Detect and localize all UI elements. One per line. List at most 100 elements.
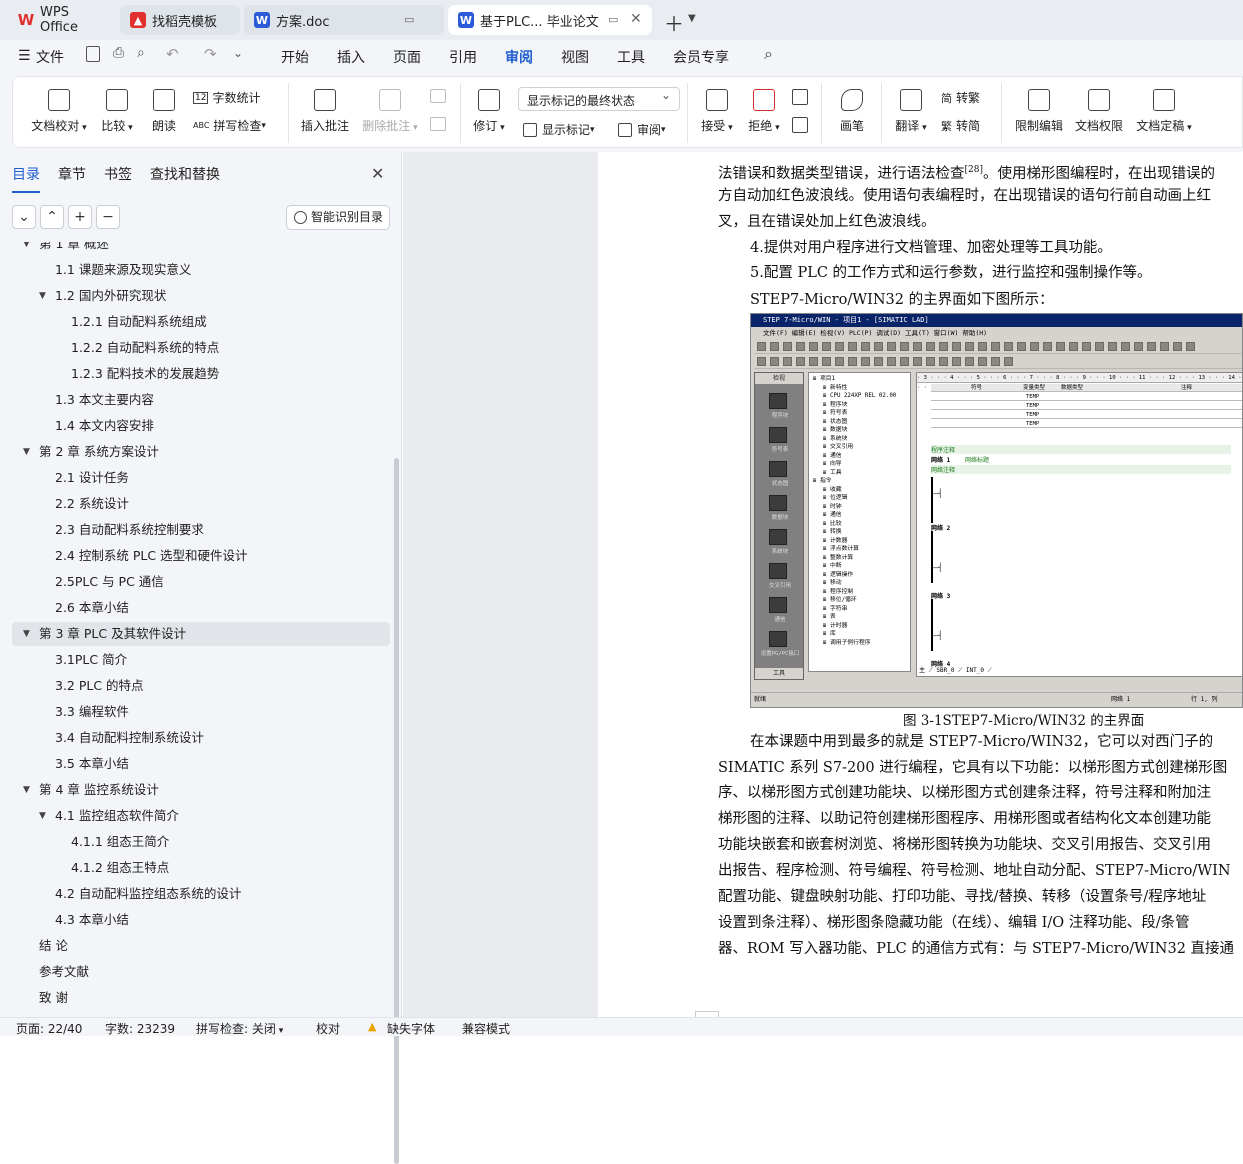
toc-item[interactable]: 1.1 课题来源及现实意义 [12, 258, 390, 282]
toc-item[interactable]: ▼ 第 3 章 PLC 及其软件设计 [12, 622, 390, 646]
close-icon[interactable]: ✕ [371, 164, 384, 183]
translate-button[interactable]: 翻译 ▾ [891, 89, 931, 134]
expand-toggle-icon[interactable]: ▼ [39, 284, 46, 308]
compare-button[interactable]: 比较 ▾ [97, 89, 137, 134]
redo-icon[interactable]: ↷ [204, 45, 217, 63]
status-page[interactable]: 页面: 22/40 [16, 1020, 82, 1037]
toc-item[interactable]: 1.4 本文内容安排 [12, 414, 390, 438]
menu-page[interactable]: 页面 [393, 47, 421, 67]
menu-references[interactable]: 引用 [449, 47, 477, 67]
toc-item[interactable]: 3.5 本章小结 [12, 752, 390, 776]
toc-item[interactable]: 结 论 [12, 934, 390, 958]
toc-item[interactable]: ▼ 第 4 章 监控系统设计 [12, 778, 390, 802]
menu-insert[interactable]: 插入 [337, 47, 365, 67]
toc-item[interactable]: 1.2.1 自动配料系统组成 [12, 310, 390, 334]
tab-bookmarks[interactable]: 书签 [104, 164, 132, 184]
tab-chapters[interactable]: 章节 [58, 164, 86, 184]
expand-toggle-icon[interactable]: ▼ [23, 440, 30, 464]
chevron-down-icon[interactable]: ▼ [688, 13, 696, 24]
toc-item[interactable]: ▼ 第 1 章 概述 [12, 242, 390, 256]
previous-change-icon[interactable] [792, 89, 808, 105]
remove-heading-button[interactable]: − [96, 205, 120, 229]
undo-icon[interactable]: ↶ [166, 45, 179, 63]
toc-item[interactable]: 2.4 控制系统 PLC 选型和硬件设计 [12, 544, 390, 568]
toc-item[interactable]: 1.2.2 自动配料系统的特点 [12, 336, 390, 360]
toc-item[interactable]: 2.1 设计任务 [12, 466, 390, 490]
tab-docer-templates[interactable]: ▲ 找稻壳模板 [120, 5, 240, 35]
status-word-count[interactable]: 字数: 23239 [105, 1020, 175, 1037]
add-heading-button[interactable]: + [68, 205, 92, 229]
toc-item[interactable]: 1.3 本文主要内容 [12, 388, 390, 412]
toc-item[interactable]: 参考文献 [12, 960, 390, 984]
restrict-edit-button[interactable]: 限制编辑 [1013, 89, 1065, 134]
smart-toc-button[interactable]: 智能识别目录 [286, 205, 390, 230]
toc-item[interactable]: ▼ 4.1 监控组态软件简介 [12, 804, 390, 828]
new-tab-plus-icon[interactable]: ＋ [664, 8, 684, 37]
toc-item[interactable]: 4.2 自动配料监控组态系统的设计 [12, 882, 390, 906]
next-change-icon[interactable] [792, 117, 808, 133]
menu-review[interactable]: 审阅 [505, 47, 533, 74]
to-simplified-button[interactable]: 繁 转简 [941, 117, 980, 134]
to-traditional-button[interactable]: 简 转繁 [941, 89, 980, 106]
insert-comment-button[interactable]: 插入批注 [300, 89, 350, 134]
status-compat-mode[interactable]: 兼容模式 [462, 1020, 510, 1037]
toc-item[interactable]: 3.4 自动配料控制系统设计 [12, 726, 390, 750]
spell-check-button[interactable]: ABC 拼写检查 ▾ [193, 117, 266, 134]
expand-all-button[interactable]: ⌃ [40, 205, 64, 229]
doc-permission-button[interactable]: 文档权限 [1073, 89, 1125, 134]
print-preview-icon[interactable]: ⌕ [137, 45, 145, 61]
status-spell-check[interactable]: 拼写检查: 关闭 ▾ [196, 1020, 283, 1037]
doc-finalize-button[interactable]: 文档定稿 ▾ [1133, 89, 1195, 134]
toc-item[interactable]: 3.2 PLC 的特点 [12, 674, 390, 698]
accept-button[interactable]: 接受 ▾ [697, 89, 737, 134]
status-proof[interactable]: 校对 [316, 1020, 340, 1037]
expand-toggle-icon[interactable]: ▼ [23, 622, 30, 646]
print-icon[interactable]: ⎙ [113, 45, 124, 61]
delete-comment-button[interactable]: 删除批注 ▾ [360, 89, 420, 134]
menu-file[interactable]: 文件 [36, 47, 64, 67]
status-missing-font[interactable]: 缺失字体 [387, 1020, 435, 1037]
toc-item[interactable]: 2.6 本章小结 [12, 596, 390, 620]
markup-display-select[interactable]: 显示标记的最终状态 [518, 87, 680, 111]
pen-button[interactable]: 画笔 [835, 89, 869, 134]
toc-item[interactable]: 2.3 自动配料系统控制要求 [12, 518, 390, 542]
toc-item[interactable]: 4.1.2 组态王特点 [12, 856, 390, 880]
toc-item[interactable]: 4.3 本章小结 [12, 908, 390, 932]
menu-member[interactable]: 会员专享 [673, 47, 729, 67]
save-icon[interactable] [86, 46, 100, 62]
expand-toggle-icon[interactable]: ▼ [23, 242, 30, 256]
toc-item[interactable]: ▼ 第 2 章 系统方案设计 [12, 440, 390, 464]
collapse-all-button[interactable]: ⌄ [12, 205, 36, 229]
monitor-icon[interactable]: ▭ [608, 13, 618, 26]
tab-fangan-doc[interactable]: W 方案.doc ▭ [244, 5, 444, 35]
read-aloud-button[interactable]: 朗读 [149, 89, 179, 134]
expand-toggle-icon[interactable]: ▼ [23, 778, 30, 802]
doc-check-button[interactable]: 文档校对 ▾ [29, 89, 89, 134]
hamburger-icon[interactable]: ☰ [18, 48, 31, 64]
toc-item[interactable]: 2.5PLC 与 PC 通信 [12, 570, 390, 594]
tab-wps-office[interactable]: W WPS Office [8, 5, 116, 35]
word-count-button[interactable]: 12 字数统计 [193, 89, 260, 106]
monitor-icon[interactable]: ▭ [404, 13, 414, 26]
menu-tools[interactable]: 工具 [617, 47, 645, 67]
menu-home[interactable]: 开始 [281, 47, 309, 67]
toc-item[interactable]: 4.1.1 组态王简介 [12, 830, 390, 854]
close-icon[interactable]: ✕ [630, 11, 642, 27]
revise-button[interactable]: 修订 ▾ [469, 89, 509, 134]
toc-item[interactable]: 致 谢 [12, 986, 390, 1010]
sidebar-scrollbar[interactable] [394, 458, 399, 1164]
toc-item[interactable]: 3.1PLC 简介 [12, 648, 390, 672]
tab-find-replace[interactable]: 查找和替换 [150, 164, 220, 184]
menu-view[interactable]: 视图 [561, 47, 589, 67]
chevron-down-icon[interactable]: ⌄ [233, 46, 243, 60]
toc-item[interactable]: 3.3 编程软件 [12, 700, 390, 724]
next-comment-icon[interactable] [430, 117, 446, 131]
toc-item[interactable]: 2.2 系统设计 [12, 492, 390, 516]
tab-thesis-doc[interactable]: W 基于PLC... 毕业论文 ▭ ✕ [448, 5, 652, 35]
reject-button[interactable]: 拒绝 ▾ [744, 89, 784, 134]
expand-toggle-icon[interactable]: ▼ [39, 804, 46, 828]
tab-toc[interactable]: 目录 [12, 164, 40, 193]
search-icon[interactable]: ⌕ [764, 44, 773, 64]
toc-item[interactable]: 1.2.3 配料技术的发展趋势 [12, 362, 390, 386]
previous-comment-icon[interactable] [430, 89, 446, 103]
